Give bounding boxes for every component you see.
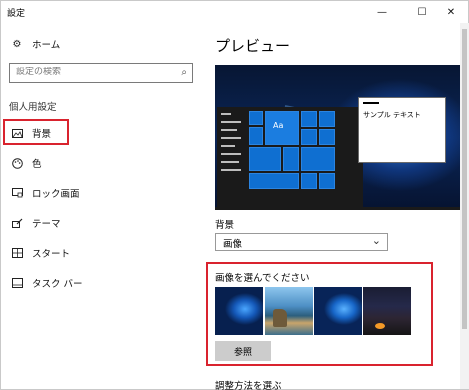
section-heading: 個人用設定 [9, 102, 57, 113]
title-bar: 設定 — ☐ ✕ [1, 1, 468, 23]
sidebar-item-background[interactable]: 背景 [1, 119, 201, 147]
start-icon [11, 247, 23, 259]
main-content: プレビュー Aa サンプル テキスト 背景 画像 ⌄ 画像を選んでください 参照… [201, 23, 461, 390]
browse-button[interactable]: 参照 [215, 341, 271, 361]
preview-tile [249, 111, 263, 125]
sidebar-item-theme[interactable]: テーマ [1, 209, 201, 237]
preview-sample-window: サンプル テキスト [358, 97, 446, 163]
sidebar-item-label: テーマ [32, 219, 61, 230]
scrollbar[interactable] [460, 23, 469, 389]
sidebar-item-label: ホーム [32, 40, 61, 51]
preview-tile [301, 111, 317, 127]
thumbnail-rock-shape [273, 309, 287, 327]
menu-line [221, 137, 241, 139]
preview-taskbar [215, 207, 461, 210]
preview-tile [301, 173, 317, 189]
preview-tile [283, 147, 299, 171]
menu-line [221, 145, 235, 147]
preview-tile [319, 173, 335, 189]
sidebar-item-label: 色 [32, 159, 42, 170]
picture-thumbnail[interactable] [363, 287, 411, 335]
background-type-dropdown[interactable]: 画像 ⌄ [215, 233, 388, 251]
sidebar-item-start[interactable]: スタート [1, 239, 201, 267]
preview-tile [249, 173, 299, 189]
theme-brush-icon [11, 217, 23, 229]
preview-tile [301, 129, 317, 145]
picture-thumbnail[interactable] [314, 287, 362, 335]
palette-icon [11, 157, 23, 169]
sidebar-item-color[interactable]: 色 [1, 149, 201, 177]
menu-line [221, 129, 237, 131]
picture-thumbnail[interactable] [215, 287, 263, 335]
minimize-button[interactable]: — [365, 1, 399, 23]
lock-screen-icon [11, 187, 23, 199]
page-title: プレビュー [215, 37, 291, 55]
preview-tile [301, 147, 335, 171]
menu-line [221, 169, 241, 171]
chevron-down-icon: ⌄ [371, 234, 381, 247]
dropdown-value: 画像 [223, 239, 243, 250]
preview-tile [249, 127, 263, 145]
background-label: 背景 [215, 220, 235, 231]
sidebar-item-label: ロック画面 [32, 189, 80, 200]
sidebar-item-label: タスク バー [32, 279, 83, 290]
taskbar-icon [11, 277, 23, 289]
search-input[interactable] [16, 67, 171, 77]
preview-tile [319, 129, 335, 145]
preview-tile-large: Aa [265, 111, 299, 145]
menu-line [221, 113, 231, 115]
background-preview: Aa サンプル テキスト [215, 65, 461, 210]
picture-icon [11, 127, 23, 139]
settings-window: 設定 — ☐ ✕ ⚙ ホーム ⌕ 個人用設定 背景 色 [0, 0, 469, 390]
scrollbar-thumb[interactable] [462, 29, 467, 329]
menu-line [221, 153, 241, 155]
picture-thumbnail[interactable] [265, 287, 313, 335]
preview-tile [249, 147, 281, 171]
menu-line [221, 161, 239, 163]
window-title: 設定 [7, 9, 26, 19]
sidebar-item-label: 背景 [32, 129, 52, 140]
thumbnail-tent-glow [375, 323, 385, 329]
sample-text: サンプル テキスト [363, 111, 421, 119]
fit-label: 調整方法を選ぶ [215, 381, 282, 390]
sample-window-bar [363, 102, 379, 104]
choose-picture-label: 画像を選んでください [215, 273, 310, 284]
sidebar-item-home[interactable]: ⚙ ホーム [1, 30, 201, 58]
close-button[interactable]: ✕ [434, 1, 468, 23]
gear-icon: ⚙ [12, 38, 22, 50]
sidebar-item-label: スタート [32, 249, 71, 260]
preview-start-menu: Aa [217, 107, 363, 207]
search-icon[interactable]: ⌕ [181, 67, 187, 78]
menu-line [221, 121, 241, 123]
sidebar-item-lock-screen[interactable]: ロック画面 [1, 179, 201, 207]
sidebar-item-taskbar[interactable]: タスク バー [1, 269, 201, 297]
preview-tile [319, 111, 335, 127]
tile-label: Aa [273, 121, 284, 130]
sidebar: ⚙ ホーム ⌕ 個人用設定 背景 色 ロック画面 [1, 23, 201, 389]
search-box[interactable]: ⌕ [9, 63, 193, 83]
